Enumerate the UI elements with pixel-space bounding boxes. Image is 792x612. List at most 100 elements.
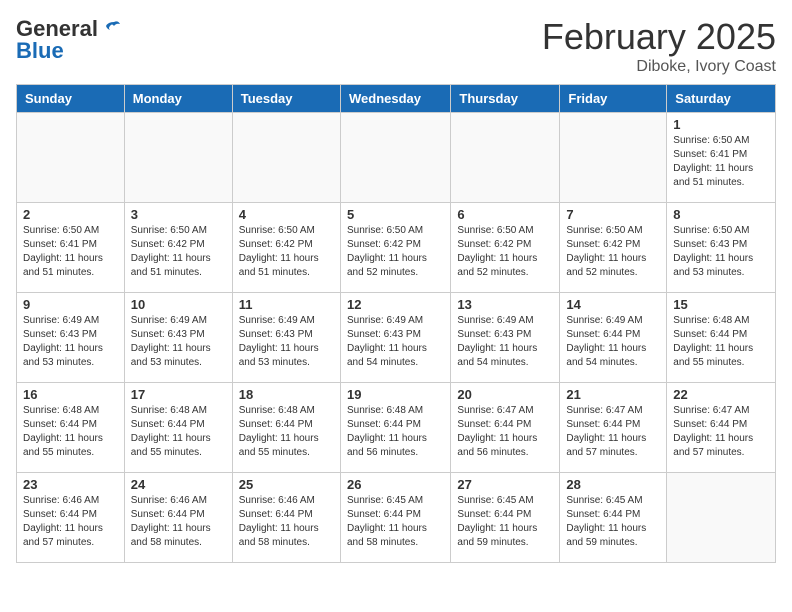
day-number: 6 <box>457 207 553 222</box>
day-number: 5 <box>347 207 444 222</box>
day-number: 28 <box>566 477 660 492</box>
day-number: 9 <box>23 297 118 312</box>
day-number: 3 <box>131 207 226 222</box>
day-number: 19 <box>347 387 444 402</box>
day-info: Sunrise: 6:46 AMSunset: 6:44 PMDaylight:… <box>239 494 334 550</box>
col-saturday: Saturday <box>667 85 776 113</box>
day-number: 17 <box>131 387 226 402</box>
day-info: Sunrise: 6:50 AMSunset: 6:42 PMDaylight:… <box>239 224 334 280</box>
table-row: 25 Sunrise: 6:46 AMSunset: 6:44 PMDayligh… <box>232 473 340 563</box>
table-row: 21Sunrise: 6:47 AMSunset: 6:44 PMDayligh… <box>560 383 667 473</box>
table-row: 17 Sunrise: 6:48 AMSunset: 6:44 PMDayligh… <box>124 383 232 473</box>
calendar-week-row: 1Sunrise: 6:50 AMSunset: 6:41 PMDaylight… <box>17 113 776 203</box>
table-row: 28 Sunrise: 6:45 AMSunset: 6:44 PMDayligh… <box>560 473 667 563</box>
table-row: 14Sunrise: 6:49 AMSunset: 6:44 PMDayligh… <box>560 293 667 383</box>
day-info: Sunrise: 6:47 AMSunset: 6:44 PMDaylight:… <box>457 404 553 460</box>
table-row: 8 Sunrise: 6:50 AMSunset: 6:43 PMDaylight… <box>667 203 776 293</box>
day-info: Sunrise: 6:47 AMSunset: 6:44 PMDaylight:… <box>673 404 769 460</box>
table-row: 20 Sunrise: 6:47 AMSunset: 6:44 PMDayligh… <box>451 383 560 473</box>
day-number: 4 <box>239 207 334 222</box>
day-info: Sunrise: 6:50 AMSunset: 6:42 PMDaylight:… <box>131 224 226 280</box>
day-number: 25 <box>239 477 334 492</box>
table-row: 4 Sunrise: 6:50 AMSunset: 6:42 PMDaylight… <box>232 203 340 293</box>
table-row: 7 Sunrise: 6:50 AMSunset: 6:42 PMDaylight… <box>560 203 667 293</box>
col-sunday: Sunday <box>17 85 125 113</box>
day-info: Sunrise: 6:50 AMSunset: 6:43 PMDaylight:… <box>673 224 769 280</box>
day-info: Sunrise: 6:49 AMSunset: 6:43 PMDaylight:… <box>457 314 553 370</box>
table-row: 11 Sunrise: 6:49 AMSunset: 6:43 PMDayligh… <box>232 293 340 383</box>
day-info: Sunrise: 6:48 AMSunset: 6:44 PMDaylight:… <box>23 404 118 460</box>
day-info: Sunrise: 6:50 AMSunset: 6:42 PMDaylight:… <box>566 224 660 280</box>
table-row: 5 Sunrise: 6:50 AMSunset: 6:42 PMDaylight… <box>340 203 450 293</box>
day-info: Sunrise: 6:45 AMSunset: 6:44 PMDaylight:… <box>347 494 444 550</box>
table-row: 3 Sunrise: 6:50 AMSunset: 6:42 PMDaylight… <box>124 203 232 293</box>
table-row: 26 Sunrise: 6:45 AMSunset: 6:44 PMDayligh… <box>340 473 450 563</box>
location-subtitle: Diboke, Ivory Coast <box>542 58 776 76</box>
day-number: 7 <box>566 207 660 222</box>
day-info: Sunrise: 6:48 AMSunset: 6:44 PMDaylight:… <box>239 404 334 460</box>
table-row: 23 Sunrise: 6:46 AMSunset: 6:44 PMDayligh… <box>17 473 125 563</box>
day-info: Sunrise: 6:50 AMSunset: 6:42 PMDaylight:… <box>347 224 444 280</box>
table-row: 24 Sunrise: 6:46 AMSunset: 6:44 PMDayligh… <box>124 473 232 563</box>
day-number: 12 <box>347 297 444 312</box>
calendar-week-row: 16 Sunrise: 6:48 AMSunset: 6:44 PMDayligh… <box>17 383 776 473</box>
day-info: Sunrise: 6:48 AMSunset: 6:44 PMDaylight:… <box>131 404 226 460</box>
logo-blue: Blue <box>16 38 64 64</box>
calendar-week-row: 9 Sunrise: 6:49 AMSunset: 6:43 PMDaylight… <box>17 293 776 383</box>
table-row: 27 Sunrise: 6:45 AMSunset: 6:44 PMDayligh… <box>451 473 560 563</box>
day-info: Sunrise: 6:45 AMSunset: 6:44 PMDaylight:… <box>566 494 660 550</box>
table-row: 18 Sunrise: 6:48 AMSunset: 6:44 PMDayligh… <box>232 383 340 473</box>
day-number: 23 <box>23 477 118 492</box>
table-row: 2Sunrise: 6:50 AMSunset: 6:41 PMDaylight… <box>17 203 125 293</box>
calendar-header-row: Sunday Monday Tuesday Wednesday Thursday… <box>17 85 776 113</box>
day-number: 1 <box>673 117 769 132</box>
day-info: Sunrise: 6:48 AMSunset: 6:44 PMDaylight:… <box>673 314 769 370</box>
table-row: 10Sunrise: 6:49 AMSunset: 6:43 PMDayligh… <box>124 293 232 383</box>
page-header: General Blue February 2025 Diboke, Ivory… <box>16 16 776 76</box>
day-number: 20 <box>457 387 553 402</box>
col-thursday: Thursday <box>451 85 560 113</box>
day-number: 14 <box>566 297 660 312</box>
table-row: 15 Sunrise: 6:48 AMSunset: 6:44 PMDayligh… <box>667 293 776 383</box>
table-row <box>340 113 450 203</box>
day-number: 27 <box>457 477 553 492</box>
day-number: 8 <box>673 207 769 222</box>
col-friday: Friday <box>560 85 667 113</box>
table-row: 19 Sunrise: 6:48 AMSunset: 6:44 PMDayligh… <box>340 383 450 473</box>
title-block: February 2025 Diboke, Ivory Coast <box>542 16 776 76</box>
day-number: 18 <box>239 387 334 402</box>
day-number: 11 <box>239 297 334 312</box>
day-number: 24 <box>131 477 226 492</box>
calendar-week-row: 2Sunrise: 6:50 AMSunset: 6:41 PMDaylight… <box>17 203 776 293</box>
table-row: 22Sunrise: 6:47 AMSunset: 6:44 PMDayligh… <box>667 383 776 473</box>
day-number: 13 <box>457 297 553 312</box>
col-monday: Monday <box>124 85 232 113</box>
logo: General Blue <box>16 16 122 64</box>
calendar-body: 1Sunrise: 6:50 AMSunset: 6:41 PMDaylight… <box>17 113 776 563</box>
table-row <box>232 113 340 203</box>
day-info: Sunrise: 6:49 AMSunset: 6:43 PMDaylight:… <box>23 314 118 370</box>
table-row <box>17 113 125 203</box>
month-title: February 2025 <box>542 16 776 58</box>
table-row: 16 Sunrise: 6:48 AMSunset: 6:44 PMDayligh… <box>17 383 125 473</box>
table-row: 9 Sunrise: 6:49 AMSunset: 6:43 PMDaylight… <box>17 293 125 383</box>
table-row <box>451 113 560 203</box>
day-number: 26 <box>347 477 444 492</box>
table-row: 13 Sunrise: 6:49 AMSunset: 6:43 PMDayligh… <box>451 293 560 383</box>
table-row <box>667 473 776 563</box>
calendar-week-row: 23 Sunrise: 6:46 AMSunset: 6:44 PMDayligh… <box>17 473 776 563</box>
table-row: 12Sunrise: 6:49 AMSunset: 6:43 PMDayligh… <box>340 293 450 383</box>
day-info: Sunrise: 6:46 AMSunset: 6:44 PMDaylight:… <box>131 494 226 550</box>
day-number: 10 <box>131 297 226 312</box>
calendar-table: Sunday Monday Tuesday Wednesday Thursday… <box>16 84 776 563</box>
page-container: General Blue February 2025 Diboke, Ivory… <box>0 0 792 579</box>
table-row: 1Sunrise: 6:50 AMSunset: 6:41 PMDaylight… <box>667 113 776 203</box>
table-row <box>124 113 232 203</box>
day-info: Sunrise: 6:45 AMSunset: 6:44 PMDaylight:… <box>457 494 553 550</box>
day-number: 16 <box>23 387 118 402</box>
day-info: Sunrise: 6:49 AMSunset: 6:43 PMDaylight:… <box>239 314 334 370</box>
day-number: 21 <box>566 387 660 402</box>
day-info: Sunrise: 6:48 AMSunset: 6:44 PMDaylight:… <box>347 404 444 460</box>
day-number: 15 <box>673 297 769 312</box>
day-info: Sunrise: 6:46 AMSunset: 6:44 PMDaylight:… <box>23 494 118 550</box>
